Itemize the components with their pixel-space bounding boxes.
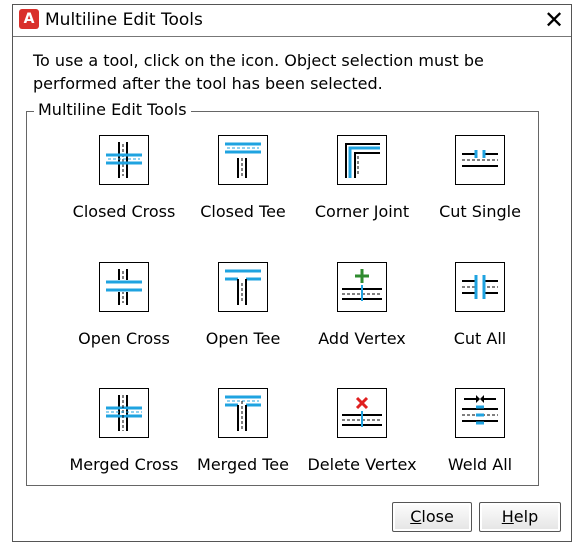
closed-tee-icon[interactable] [218, 135, 268, 185]
cut-single-icon[interactable] [455, 135, 505, 185]
delete-vertex-icon[interactable] [337, 388, 387, 438]
open-tee-icon[interactable] [218, 262, 268, 312]
window-title: Multiline Edit Tools [45, 10, 203, 30]
closed-cross-icon[interactable] [99, 135, 149, 185]
tool-open-cross[interactable]: Open Cross [62, 262, 186, 372]
help-button[interactable]: Help [479, 502, 561, 532]
tool-label: Merged Tee [197, 455, 289, 474]
tool-closed-tee[interactable]: Closed Tee [181, 135, 305, 245]
tool-label: Merged Cross [69, 455, 179, 474]
tool-label: Cut All [453, 329, 507, 348]
close-button[interactable]: Close [392, 502, 472, 532]
tool-merged-cross[interactable]: Merged Cross [62, 388, 186, 498]
tool-closed-cross[interactable]: Closed Cross [62, 135, 186, 245]
title-bar[interactable]: A Multiline Edit Tools ✕ [13, 5, 571, 37]
instructions-text: To use a tool, click on the icon. Object… [33, 51, 484, 93]
merged-cross-icon[interactable] [99, 388, 149, 438]
tool-label: Corner Joint [314, 202, 410, 221]
tool-label: Open Cross [78, 329, 170, 348]
app-icon: A [19, 9, 39, 29]
weld-all-icon[interactable] [455, 388, 505, 438]
tool-merged-tee[interactable]: Merged Tee [181, 388, 305, 498]
close-button-label: lose [421, 507, 454, 526]
tool-label: Delete Vertex [307, 455, 417, 474]
tool-open-tee[interactable]: Open Tee [181, 262, 305, 372]
help-button-label: elp [513, 507, 539, 526]
open-cross-icon[interactable] [99, 262, 149, 312]
close-icon[interactable]: ✕ [541, 6, 567, 34]
corner-joint-icon[interactable] [337, 135, 387, 185]
tool-corner-joint[interactable]: Corner Joint [300, 135, 424, 245]
tool-label: Open Tee [205, 329, 281, 348]
tool-label: Add Vertex [318, 329, 406, 348]
tools-group-label: Multiline Edit Tools [34, 100, 191, 119]
tool-cut-single[interactable]: Cut Single [418, 135, 542, 245]
tool-label: Cut Single [439, 202, 521, 221]
merged-tee-icon[interactable] [218, 388, 268, 438]
cut-all-icon[interactable] [455, 262, 505, 312]
tool-delete-vertex[interactable]: Delete Vertex [300, 388, 424, 498]
close-button-mnemonic: C [410, 507, 422, 526]
help-button-mnemonic: H [501, 507, 514, 526]
add-vertex-icon[interactable] [337, 262, 387, 312]
tool-cut-all[interactable]: Cut All [418, 262, 542, 372]
tool-add-vertex[interactable]: Add Vertex [300, 262, 424, 372]
tool-label: Weld All [447, 455, 513, 474]
tool-label: Closed Cross [72, 202, 176, 221]
tool-weld-all[interactable]: Weld All [418, 388, 542, 498]
tool-label: Closed Tee [200, 202, 286, 221]
